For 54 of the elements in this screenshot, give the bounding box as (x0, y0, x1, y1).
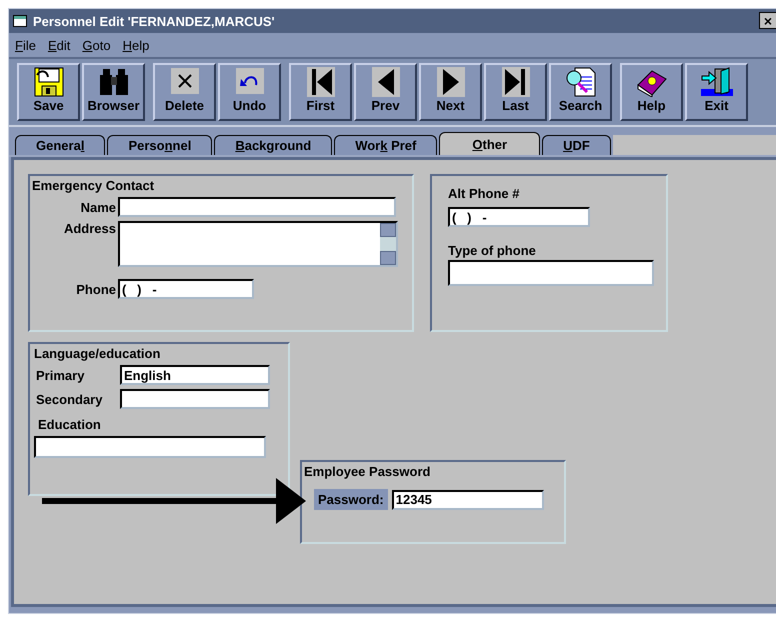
field-label: Name (80, 200, 117, 214)
window-title: Personnel Edit 'FERNANDEZ,MARCUS' (33, 14, 275, 28)
toolbar-button[interactable]: Help (620, 63, 683, 121)
field-label: Phone (75, 282, 117, 296)
toolbar-button[interactable]: Undo (218, 63, 281, 121)
menu-item[interactable]: Goto (82, 38, 111, 52)
toolbar-button[interactable]: Last (484, 63, 547, 121)
skip-back-icon (304, 67, 336, 97)
tab[interactable]: Work Pref (334, 135, 438, 155)
skip-forward-icon (500, 67, 532, 97)
field-label: Password: (314, 489, 388, 510)
triangle-right-icon (434, 67, 466, 97)
field-label: Primary (35, 368, 86, 382)
tab[interactable]: UDF (542, 135, 611, 155)
menu-item[interactable]: Edit (48, 38, 70, 52)
tab[interactable]: General (15, 135, 106, 155)
field-label: Address (62, 221, 117, 236)
field-label: Type of phone (448, 243, 537, 258)
exit-door-icon (700, 67, 732, 97)
phone-field[interactable]: ( ) - (118, 279, 254, 299)
group-title: Alt Phone # (448, 186, 521, 201)
triangle-left-icon (370, 67, 402, 97)
education-field[interactable] (34, 436, 266, 458)
group-title: Emergency Contact (32, 178, 156, 193)
tab[interactable]: Background (214, 135, 332, 155)
toolbar-button[interactable]: Next (419, 63, 482, 121)
toolbar-button[interactable]: Delete (153, 63, 216, 121)
primary-language-field[interactable]: English (120, 365, 270, 385)
window-icon (13, 15, 27, 27)
password-field[interactable]: 12345 (392, 490, 544, 510)
secondary-language-field[interactable] (120, 389, 270, 409)
toolbar-button[interactable]: Exit (685, 63, 748, 121)
phone-type-field[interactable] (448, 260, 654, 286)
tab[interactable]: Other (439, 132, 540, 155)
toolbar-button[interactable]: Search (549, 63, 612, 121)
toolbar-button[interactable]: Browser (82, 63, 145, 121)
tab[interactable]: Personnel (107, 135, 212, 155)
close-button[interactable]: × (759, 12, 776, 29)
alt-phone-field[interactable]: ( ) - (448, 207, 590, 227)
magnifier-document-icon (564, 67, 596, 97)
field-label: Secondary (35, 392, 104, 406)
close-icon (168, 67, 200, 97)
name-field[interactable] (118, 197, 396, 217)
menu-item[interactable]: Help (122, 38, 150, 52)
toolbar-button[interactable]: Prev (354, 63, 417, 121)
address-field[interactable] (118, 221, 398, 267)
scrollbar[interactable] (380, 223, 396, 265)
toolbar-button[interactable]: First (289, 63, 352, 121)
toolbar-button[interactable]: Save (17, 63, 80, 121)
field-label: Education (38, 417, 102, 432)
group-title: Employee Password (304, 464, 432, 479)
group-title: Language/education (34, 346, 162, 361)
menu-item[interactable]: File (15, 38, 36, 52)
binoculars-icon (98, 67, 130, 97)
